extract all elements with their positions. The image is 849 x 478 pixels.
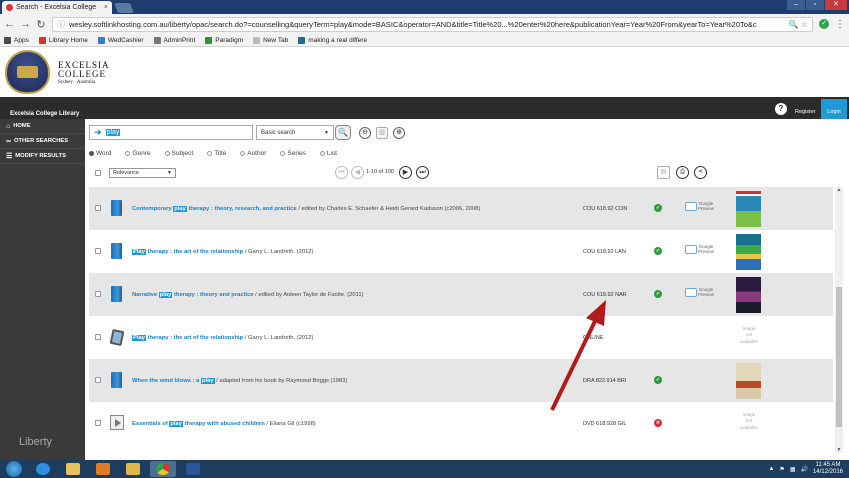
taskbar-chrome[interactable]: [150, 461, 176, 477]
annotation-arrow-shaft: [550, 314, 600, 411]
tray-arrow-icon[interactable]: ▲: [768, 466, 774, 472]
word-icon: [186, 463, 200, 475]
taskbar-explorer[interactable]: [60, 461, 86, 477]
taskbar-outlook[interactable]: [120, 461, 146, 477]
network-icon[interactable]: ▦: [790, 466, 796, 473]
folder-icon: [66, 463, 80, 475]
system-tray: ▲ ⚑ ▦ 🔊 11:45 AM 14/12/2016: [768, 460, 843, 478]
media-player-icon: [96, 463, 110, 475]
annotation-arrow: [550, 300, 606, 411]
chrome-icon: [156, 463, 170, 475]
volume-icon[interactable]: 🔊: [800, 466, 807, 473]
clock[interactable]: 11:45 AM 14/12/2016: [813, 462, 843, 476]
clock-time: 11:45 AM: [815, 462, 841, 469]
flag-icon[interactable]: ⚑: [779, 466, 784, 473]
taskbar-media[interactable]: [90, 461, 116, 477]
os-taskbar: ▲ ⚑ ▦ 🔊 11:45 AM 14/12/2016: [0, 460, 849, 478]
clock-date: 14/12/2016: [812, 469, 843, 475]
annotation-arrow-head: [586, 300, 606, 326]
ie-icon: [36, 463, 50, 475]
mail-icon: [126, 463, 140, 475]
start-button[interactable]: [6, 461, 22, 477]
taskbar-ie[interactable]: [30, 461, 56, 477]
taskbar-word[interactable]: [180, 461, 206, 477]
